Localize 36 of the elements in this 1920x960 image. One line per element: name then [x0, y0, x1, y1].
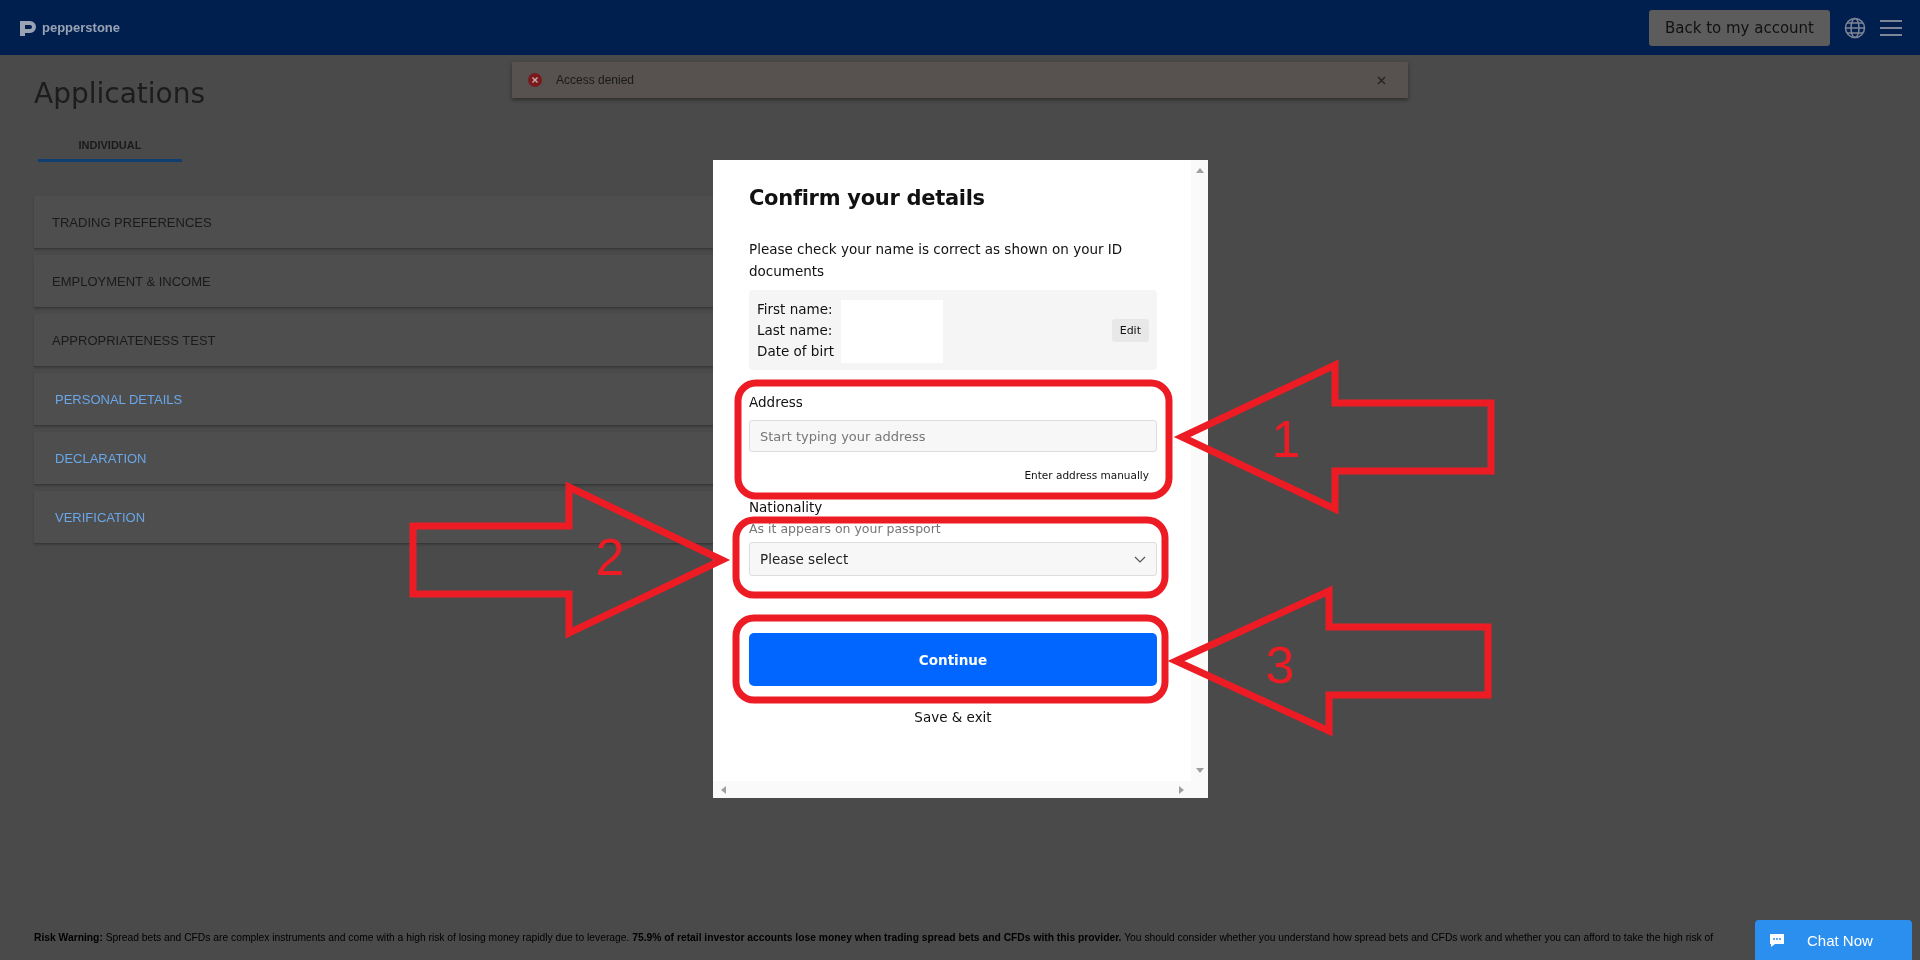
address-label: Address: [749, 394, 804, 410]
section-row[interactable]: DECLARATION: [34, 432, 713, 485]
risk-warning: Risk Warning: Spread bets and CFDs are complex instruments and come with a high risk of losing money rapidly due to leverage. 75.9% of retail investor accounts lose money when trading spread bets and CFDs with this provider. You should consider whether you understand how spread bets and CFDs work and whether you can afford to take the high risk of: [34, 931, 1714, 943]
error-icon: [528, 73, 542, 87]
toast-message: Access denied: [556, 73, 636, 87]
dialog-title: Confirm your details: [749, 186, 986, 210]
annotation-number: 1: [1271, 410, 1301, 468]
name-field-label: Date of birt: [757, 341, 835, 361]
nationality-select[interactable]: Please select: [749, 542, 1157, 576]
edit-button[interactable]: Edit: [1111, 318, 1149, 342]
chat-bubble-icon: [1769, 932, 1785, 948]
menu-icon[interactable]: [1880, 18, 1902, 37]
vertical-scrollbar[interactable]: [1191, 160, 1208, 781]
scroll-down-icon[interactable]: [1195, 768, 1204, 773]
logo-icon: [18, 18, 38, 37]
nationality-hint: As it appears on your passport: [749, 521, 942, 536]
chat-now-button[interactable]: Chat Now: [1755, 920, 1912, 960]
enter-address-manually-link[interactable]: Enter address manually: [749, 469, 1157, 481]
scroll-left-icon[interactable]: [721, 785, 726, 794]
continue-button[interactable]: Continue: [749, 633, 1157, 686]
horizontal-scrollbar[interactable]: [713, 781, 1208, 798]
dialog-intro: Please check your name is correct as shown on your ID documents: [749, 240, 1124, 281]
nationality-label: Nationality: [749, 499, 824, 515]
close-icon[interactable]: [1377, 75, 1386, 85]
chevron-down-icon: [1134, 555, 1146, 563]
logo-text: pepperstone: [42, 20, 120, 35]
section-row[interactable]: PERSONAL DETAILS: [34, 373, 713, 426]
scroll-right-icon[interactable]: [1179, 785, 1184, 794]
name-field-label: Last name:: [757, 320, 834, 340]
scroll-up-icon[interactable]: [1195, 168, 1204, 173]
address-input[interactable]: Start typing your address: [749, 420, 1157, 452]
name-field-label: First name:: [757, 299, 834, 319]
annotation-number: 3: [1265, 636, 1295, 694]
globe-icon[interactable]: [1844, 16, 1866, 39]
back-to-account-button[interactable]: Back to my account: [1648, 9, 1830, 46]
save-exit-button[interactable]: Save & exit: [908, 708, 998, 726]
